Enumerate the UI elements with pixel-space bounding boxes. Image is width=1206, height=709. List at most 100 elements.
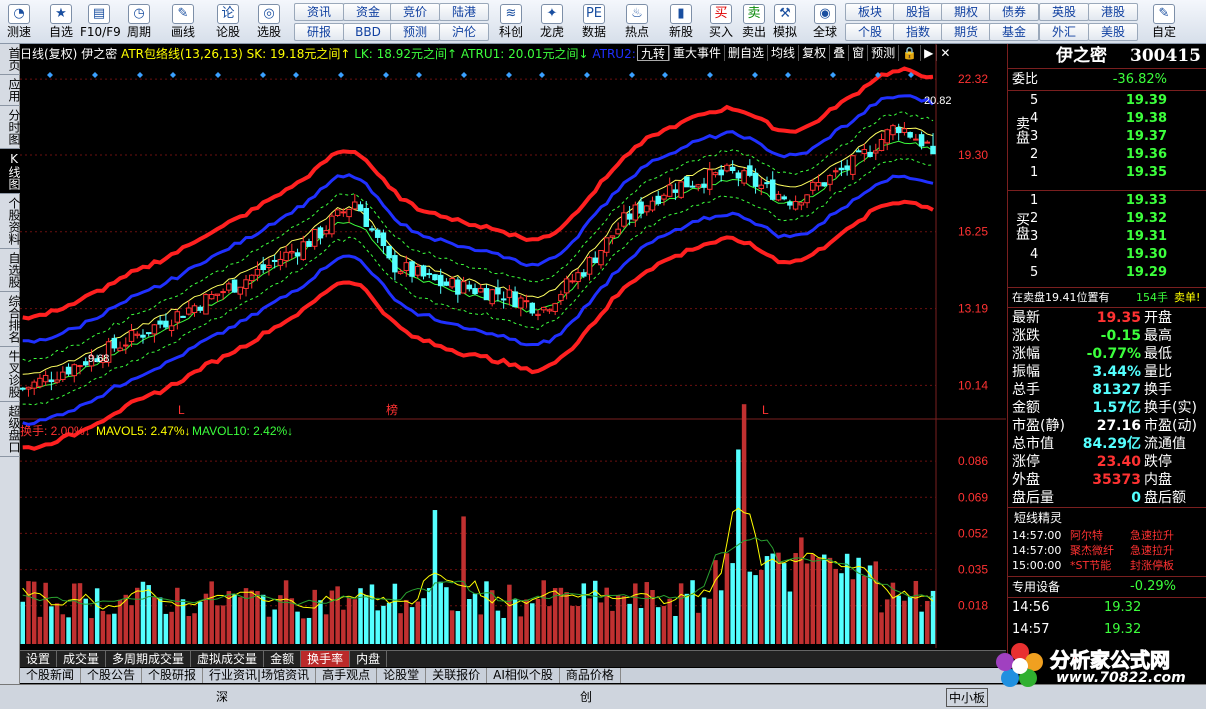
toolbar-small-button-14[interactable]: 债券: [989, 3, 1039, 21]
stat-value: 27.16: [1096, 418, 1141, 434]
buy-level-price[interactable]: 19.31: [1126, 228, 1167, 246]
toolbar-button-0[interactable]: ◔ 测速: [0, 2, 38, 42]
toolbar-button-15[interactable]: ◉ 全球: [806, 2, 844, 42]
news-tab-8[interactable]: 商品价格: [560, 668, 621, 683]
event-stock[interactable]: *ST节能: [1070, 558, 1111, 573]
candle-body: [506, 289, 513, 298]
sidebar-tab-8[interactable]: 超级盘口: [0, 402, 21, 457]
buy-level-price[interactable]: 19.32: [1126, 210, 1167, 228]
toolbar-small-button-10[interactable]: 股指: [893, 3, 943, 21]
toolbar-small-button-15[interactable]: 基金: [989, 23, 1039, 41]
stat-label-right: 换手(实): [1144, 400, 1197, 416]
toolbar-button-1[interactable]: ★ 自选: [42, 2, 80, 42]
toolbar-button-6[interactable]: ◎ 选股: [250, 2, 288, 42]
toolbar-button-9[interactable]: PE 数据: [575, 2, 613, 42]
candle-body: [443, 281, 450, 286]
toolbar: ◔ 测速 ★ 自选 ▤ F10/F9 ◷ 周期 ✎ 画线论论股 ◎ 选股 ≋ 科创 ✦ 龙虎 PE 数据 ♨ 热点 ▮ 新…: [0, 0, 1206, 44]
news-tab-0[interactable]: 个股新闻: [20, 668, 82, 683]
toolbar-button-11[interactable]: ▮ 新股: [662, 2, 700, 42]
event-time: 14:57:00: [1012, 544, 1062, 557]
candle-body: [317, 227, 324, 239]
toolbar-small-button-5[interactable]: 预测: [390, 23, 440, 41]
news-tab-4[interactable]: 高手观点: [316, 668, 378, 683]
indicator-tab-bar: 设置 成交量 多周期成交量 虚拟成交量 金额 换手率 内盘: [20, 650, 1006, 667]
toolbar-small-button-1[interactable]: 研报: [294, 23, 344, 41]
indicator-tab-2[interactable]: 多周期成交量: [106, 651, 192, 667]
sidebar-tab-7[interactable]: 牛叉诊股: [0, 347, 21, 402]
sell-level-price[interactable]: 19.39: [1126, 92, 1167, 110]
candle-body: [191, 305, 198, 314]
toolbar-button-4[interactable]: ✎ 画线: [164, 2, 202, 42]
candle-body: [563, 278, 570, 294]
toolbar-small-button-19[interactable]: 美股: [1088, 23, 1138, 41]
toolbar-button-8[interactable]: ✦ 龙虎: [533, 2, 571, 42]
toolbar-small-button-18[interactable]: 港股: [1088, 3, 1138, 21]
candle-body: [20, 387, 26, 390]
news-tab-5[interactable]: 论股堂: [377, 668, 427, 683]
toolbar-small-button-8[interactable]: 板块: [845, 3, 895, 21]
toolbar-label: 选股: [256, 25, 281, 39]
toolbar-small-button-7[interactable]: 沪伦: [439, 23, 489, 41]
sidebar-tab-3[interactable]: K线图: [0, 149, 21, 194]
stat-value: 23.40: [1096, 454, 1141, 470]
sell-level-price[interactable]: 19.38: [1126, 110, 1167, 128]
news-tab-2[interactable]: 个股研报: [142, 668, 204, 683]
toolbar-small-button-13[interactable]: 期货: [941, 23, 991, 41]
toolbar-button-14[interactable]: ⚒ 模拟: [766, 2, 804, 42]
indicator-tab-0[interactable]: 设置: [20, 651, 58, 667]
event-stock[interactable]: 阿尔特: [1070, 528, 1103, 543]
toolbar-small-button-4[interactable]: 竞价: [390, 3, 440, 21]
toolbar-small-button-0[interactable]: 资讯: [294, 3, 344, 21]
toolbar-button-7[interactable]: ≋ 科创: [492, 2, 530, 42]
volume-bar: [678, 583, 684, 644]
toolbar-button-3[interactable]: ◷ 周期: [120, 2, 158, 42]
toolbar-button-10[interactable]: ♨ 热点: [618, 2, 656, 42]
candle-body: [180, 315, 186, 318]
toolbar-small-button-2[interactable]: 资金: [343, 3, 393, 21]
toolbar-small-button-11[interactable]: 指数: [893, 23, 943, 41]
candle-body: [466, 284, 473, 290]
news-tab-1[interactable]: 个股公告: [81, 668, 143, 683]
toolbar-small-button-3[interactable]: BBD: [343, 23, 393, 41]
candle-body: [707, 169, 713, 190]
sidebar-tab-4[interactable]: 个股资料: [0, 194, 21, 249]
indicator-tab-6[interactable]: 内盘: [350, 651, 388, 667]
buy-level-price[interactable]: 19.33: [1126, 192, 1167, 210]
stat-label-right: 量比: [1144, 364, 1172, 380]
news-tab-6[interactable]: 关联报价: [426, 668, 488, 683]
volume-bar: [759, 569, 764, 644]
toolbar-button-16[interactable]: ✎ 自定: [1145, 2, 1183, 42]
news-tab-3[interactable]: 行业资讯|场馆资讯: [203, 668, 317, 683]
toolbar-button-5[interactable]: 论论股: [209, 2, 247, 42]
sell-level-price[interactable]: 19.36: [1126, 146, 1167, 164]
sidebar-tab-0[interactable]: 首页: [0, 44, 21, 75]
buy-level-price[interactable]: 19.29: [1126, 264, 1167, 282]
candle-body: [913, 138, 919, 141]
sidebar-tab-6[interactable]: 综合排名: [0, 292, 21, 347]
indicator-tab-1[interactable]: 成交量: [57, 651, 107, 667]
kline-chart[interactable]: 22.32 19.30 16.25 13.19 10.14 20.82 9.68 L 榜 L 换手:…: [20, 44, 1006, 648]
event-stock[interactable]: 聚杰微纤: [1070, 543, 1114, 558]
stat-label-right: 跌停: [1144, 454, 1172, 470]
toolbar-small-button-9[interactable]: 个股: [845, 23, 895, 41]
indicator-tab-5[interactable]: 换手率: [301, 651, 351, 667]
candle-body: [346, 208, 352, 218]
sidebar-tab-2[interactable]: 分时图: [0, 106, 21, 149]
toolbar-small-button-12[interactable]: 期权: [941, 3, 991, 21]
f10-icon: ▤: [88, 4, 110, 24]
sell-level-price[interactable]: 19.35: [1126, 164, 1167, 182]
toolbar-small-button-17[interactable]: 外汇: [1039, 23, 1089, 41]
toolbar-button-2[interactable]: ▤ F10/F9: [80, 2, 121, 42]
volume-bar: [26, 581, 31, 644]
kline-chart-area[interactable]: 日线(复权) 伊之密 ATR包络线(13,26,13) SK: 19.18元之间…: [20, 44, 1006, 648]
sidebar-tab-5[interactable]: 自选股: [0, 249, 21, 292]
status-sme[interactable]: 中小板: [946, 688, 989, 707]
sell-level-price[interactable]: 19.37: [1126, 128, 1167, 146]
news-tab-7[interactable]: AI相似个股: [487, 668, 560, 683]
buy-level-price[interactable]: 19.30: [1126, 246, 1167, 264]
indicator-tab-4[interactable]: 金额: [264, 651, 302, 667]
toolbar-small-button-6[interactable]: 陆港: [439, 3, 489, 21]
sidebar-tab-1[interactable]: 应用: [0, 75, 21, 106]
indicator-tab-3[interactable]: 虚拟成交量: [191, 651, 265, 667]
toolbar-small-button-16[interactable]: 英股: [1039, 3, 1089, 21]
